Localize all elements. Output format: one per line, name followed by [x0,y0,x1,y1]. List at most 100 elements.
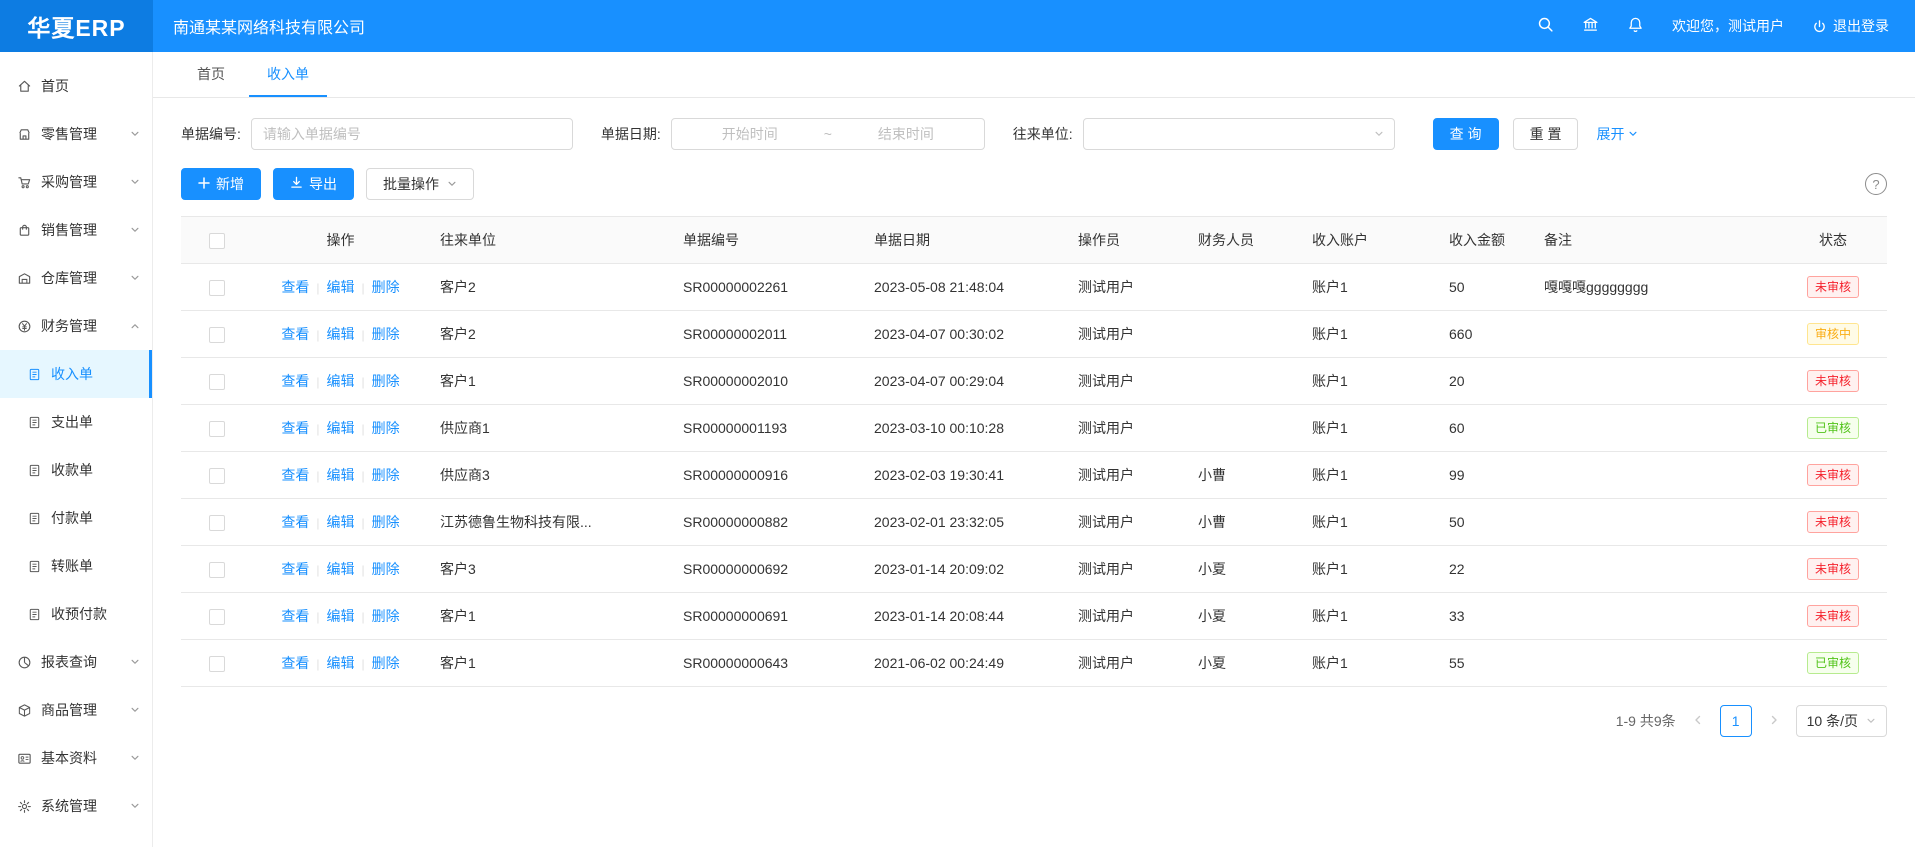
sidebar-item-system[interactable]: 系统管理 [0,782,152,830]
sidebar-item-sales[interactable]: 销售管理 [0,206,152,254]
row-select-cell [181,499,253,546]
tab-income[interactable]: 收入单 [249,52,327,97]
sidebar-item-receipt[interactable]: 收款单 [0,446,152,494]
system-icon [16,798,32,814]
select-all-checkbox[interactable] [209,233,225,249]
date-range-picker[interactable]: ~ [671,118,985,150]
sidebar-item-income[interactable]: 收入单 [0,350,152,398]
delete-link[interactable]: 删除 [372,373,400,389]
view-link[interactable]: 查看 [281,326,309,342]
row-checkbox[interactable] [209,468,225,484]
add-button[interactable]: 新增 [181,168,261,200]
reset-button[interactable]: 重 置 [1513,118,1579,150]
welcome-text[interactable]: 欢迎您，测试用户 [1672,16,1784,36]
sidebar-item-finance[interactable]: 财务管理 [0,302,152,350]
sidebar-item-report[interactable]: 报表查询 [0,638,152,686]
row-checkbox[interactable] [209,374,225,390]
edit-link[interactable]: 编辑 [327,561,355,577]
edit-link[interactable]: 编辑 [327,420,355,436]
row-checkbox[interactable] [209,421,225,437]
page-number-button[interactable]: 1 [1720,705,1752,737]
page-body: 单据编号: 单据日期: ~ 往来单位: 查 询 重 置 展开 [153,98,1915,847]
edit-link[interactable]: 编辑 [327,608,355,624]
number-filter-input[interactable] [251,118,573,150]
action-divider: | [316,328,319,342]
cell-date: 2023-04-07 00:30:02 [862,311,1066,358]
table-row: 查看|编辑|删除客户3SR000000006922023-01-14 20:09… [181,546,1887,593]
sidebar-item-basic[interactable]: 基本资料 [0,734,152,782]
sidebar-item-payment[interactable]: 付款单 [0,494,152,542]
edit-link[interactable]: 编辑 [327,514,355,530]
date-end-input[interactable] [838,126,974,142]
view-link[interactable]: 查看 [281,561,309,577]
batch-operations-button[interactable]: 批量操作 [366,168,474,200]
sidebar-item-expense[interactable]: 支出单 [0,398,152,446]
row-checkbox[interactable] [209,515,225,531]
help-icon[interactable] [1865,173,1887,195]
view-link[interactable]: 查看 [281,655,309,671]
action-divider: | [362,657,365,671]
bank-icon[interactable] [1582,16,1599,36]
delete-link[interactable]: 删除 [372,326,400,342]
next-page-button[interactable] [1762,709,1786,733]
page-size-select[interactable]: 10 条/页 [1796,705,1887,737]
row-actions-cell: 查看|编辑|删除 [253,499,428,546]
row-checkbox[interactable] [209,280,225,296]
view-link[interactable]: 查看 [281,373,309,389]
delete-link[interactable]: 删除 [372,561,400,577]
edit-link[interactable]: 编辑 [327,467,355,483]
cell-number: SR00000000691 [671,593,862,640]
edit-link[interactable]: 编辑 [327,373,355,389]
delete-link[interactable]: 删除 [372,608,400,624]
cell-remark: 嘎嘎嘎gggggggg [1532,264,1779,311]
sidebar-item-retail[interactable]: 零售管理 [0,110,152,158]
cell-account: 账户1 [1300,546,1437,593]
delete-link[interactable]: 删除 [372,279,400,295]
delete-link[interactable]: 删除 [372,420,400,436]
delete-link[interactable]: 删除 [372,514,400,530]
download-icon [290,176,303,192]
content-area: 首页收入单 单据编号: 单据日期: ~ 往来单位: 查 [153,52,1915,847]
sidebar-item-transfer[interactable]: 转账单 [0,542,152,590]
table-row: 查看|编辑|删除客户2SR000000022612023-05-08 21:48… [181,264,1887,311]
row-checkbox[interactable] [209,562,225,578]
tab-home[interactable]: 首页 [179,52,243,97]
delete-link[interactable]: 删除 [372,655,400,671]
status-badge: 未审核 [1807,558,1859,580]
edit-link[interactable]: 编辑 [327,655,355,671]
row-checkbox[interactable] [209,327,225,343]
prev-page-button[interactable] [1686,709,1710,733]
edit-link[interactable]: 编辑 [327,326,355,342]
edit-link[interactable]: 编辑 [327,279,355,295]
unit-filter-select[interactable] [1083,118,1395,150]
view-link[interactable]: 查看 [281,514,309,530]
search-icon[interactable] [1537,16,1554,36]
sidebar-item-home[interactable]: 首页 [0,62,152,110]
logout-button[interactable]: 退出登录 [1812,16,1889,36]
cell-status: 未审核 [1779,452,1887,499]
sidebar-item-purchase[interactable]: 采购管理 [0,158,152,206]
expand-link[interactable]: 展开 [1596,124,1638,144]
row-checkbox[interactable] [209,609,225,625]
cell-account: 账户1 [1300,311,1437,358]
cell-remark [1532,593,1779,640]
sidebar-item-goods[interactable]: 商品管理 [0,686,152,734]
view-link[interactable]: 查看 [281,420,309,436]
sidebar-item-advance[interactable]: 收预付款 [0,590,152,638]
view-link[interactable]: 查看 [281,279,309,295]
chevron-down-icon [130,657,140,667]
view-link[interactable]: 查看 [281,467,309,483]
column-header-unit: 往来单位 [428,217,671,264]
search-button[interactable]: 查 询 [1433,118,1499,150]
export-button[interactable]: 导出 [273,168,354,200]
sidebar-item-warehouse[interactable]: 仓库管理 [0,254,152,302]
row-checkbox[interactable] [209,656,225,672]
view-link[interactable]: 查看 [281,608,309,624]
cell-date: 2023-04-07 00:29:04 [862,358,1066,405]
date-start-input[interactable] [682,126,818,142]
cell-account: 账户1 [1300,405,1437,452]
row-select-cell [181,593,253,640]
status-badge: 审核中 [1807,323,1859,345]
bell-icon[interactable] [1627,16,1644,36]
delete-link[interactable]: 删除 [372,467,400,483]
